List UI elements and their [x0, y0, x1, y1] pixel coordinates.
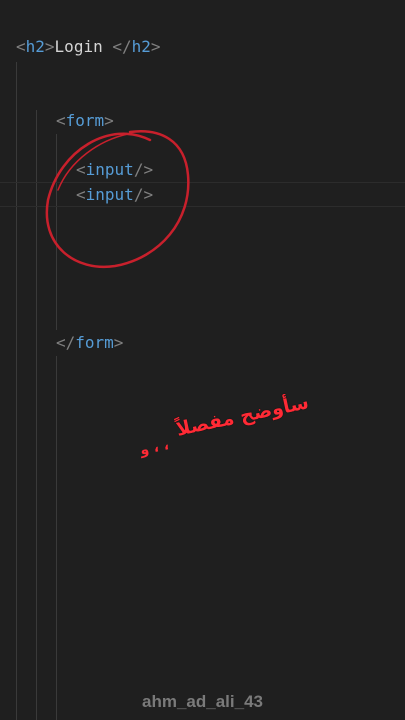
bracket: < [76, 160, 86, 179]
bracket: /> [133, 160, 154, 179]
tag-name: h2 [131, 37, 151, 56]
watermark: ahm_ad_ali_43 [142, 692, 263, 711]
tag-name: input [85, 160, 134, 179]
line-highlight [0, 182, 405, 183]
tag-name: input [85, 185, 134, 204]
code-line-input-1[interactable]: <input/> [76, 160, 153, 180]
code-line-form-open[interactable]: <form> [56, 111, 114, 131]
bracket: > [104, 111, 114, 130]
heading-text: Login [54, 37, 113, 56]
indent-guide-4 [56, 356, 57, 720]
annotation-circle [45, 130, 190, 269]
tag-name: form [65, 111, 105, 130]
indent-guide-3 [56, 134, 57, 330]
indent-guide-1 [16, 62, 17, 720]
bracket: < [56, 111, 66, 130]
bracket: > [113, 333, 124, 352]
line-highlight [0, 206, 405, 207]
tag-name: form [75, 333, 114, 352]
bracket: /> [133, 185, 154, 204]
code-line-input-2[interactable]: <input/> [76, 185, 153, 205]
bracket: > [150, 37, 161, 56]
overlay-caption: سأوضح مفصلاً [174, 391, 311, 441]
bracket: </ [56, 333, 76, 352]
bracket: < [76, 185, 86, 204]
code-line-form-close[interactable]: </form> [56, 333, 123, 353]
code-line-h2[interactable]: <h2>Login </h2> [16, 37, 161, 57]
tag-name: h2 [25, 37, 45, 56]
indent-guide-2 [36, 110, 37, 720]
bracket: < [16, 37, 26, 56]
bracket: </ [112, 37, 132, 56]
bracket: > [44, 37, 55, 56]
